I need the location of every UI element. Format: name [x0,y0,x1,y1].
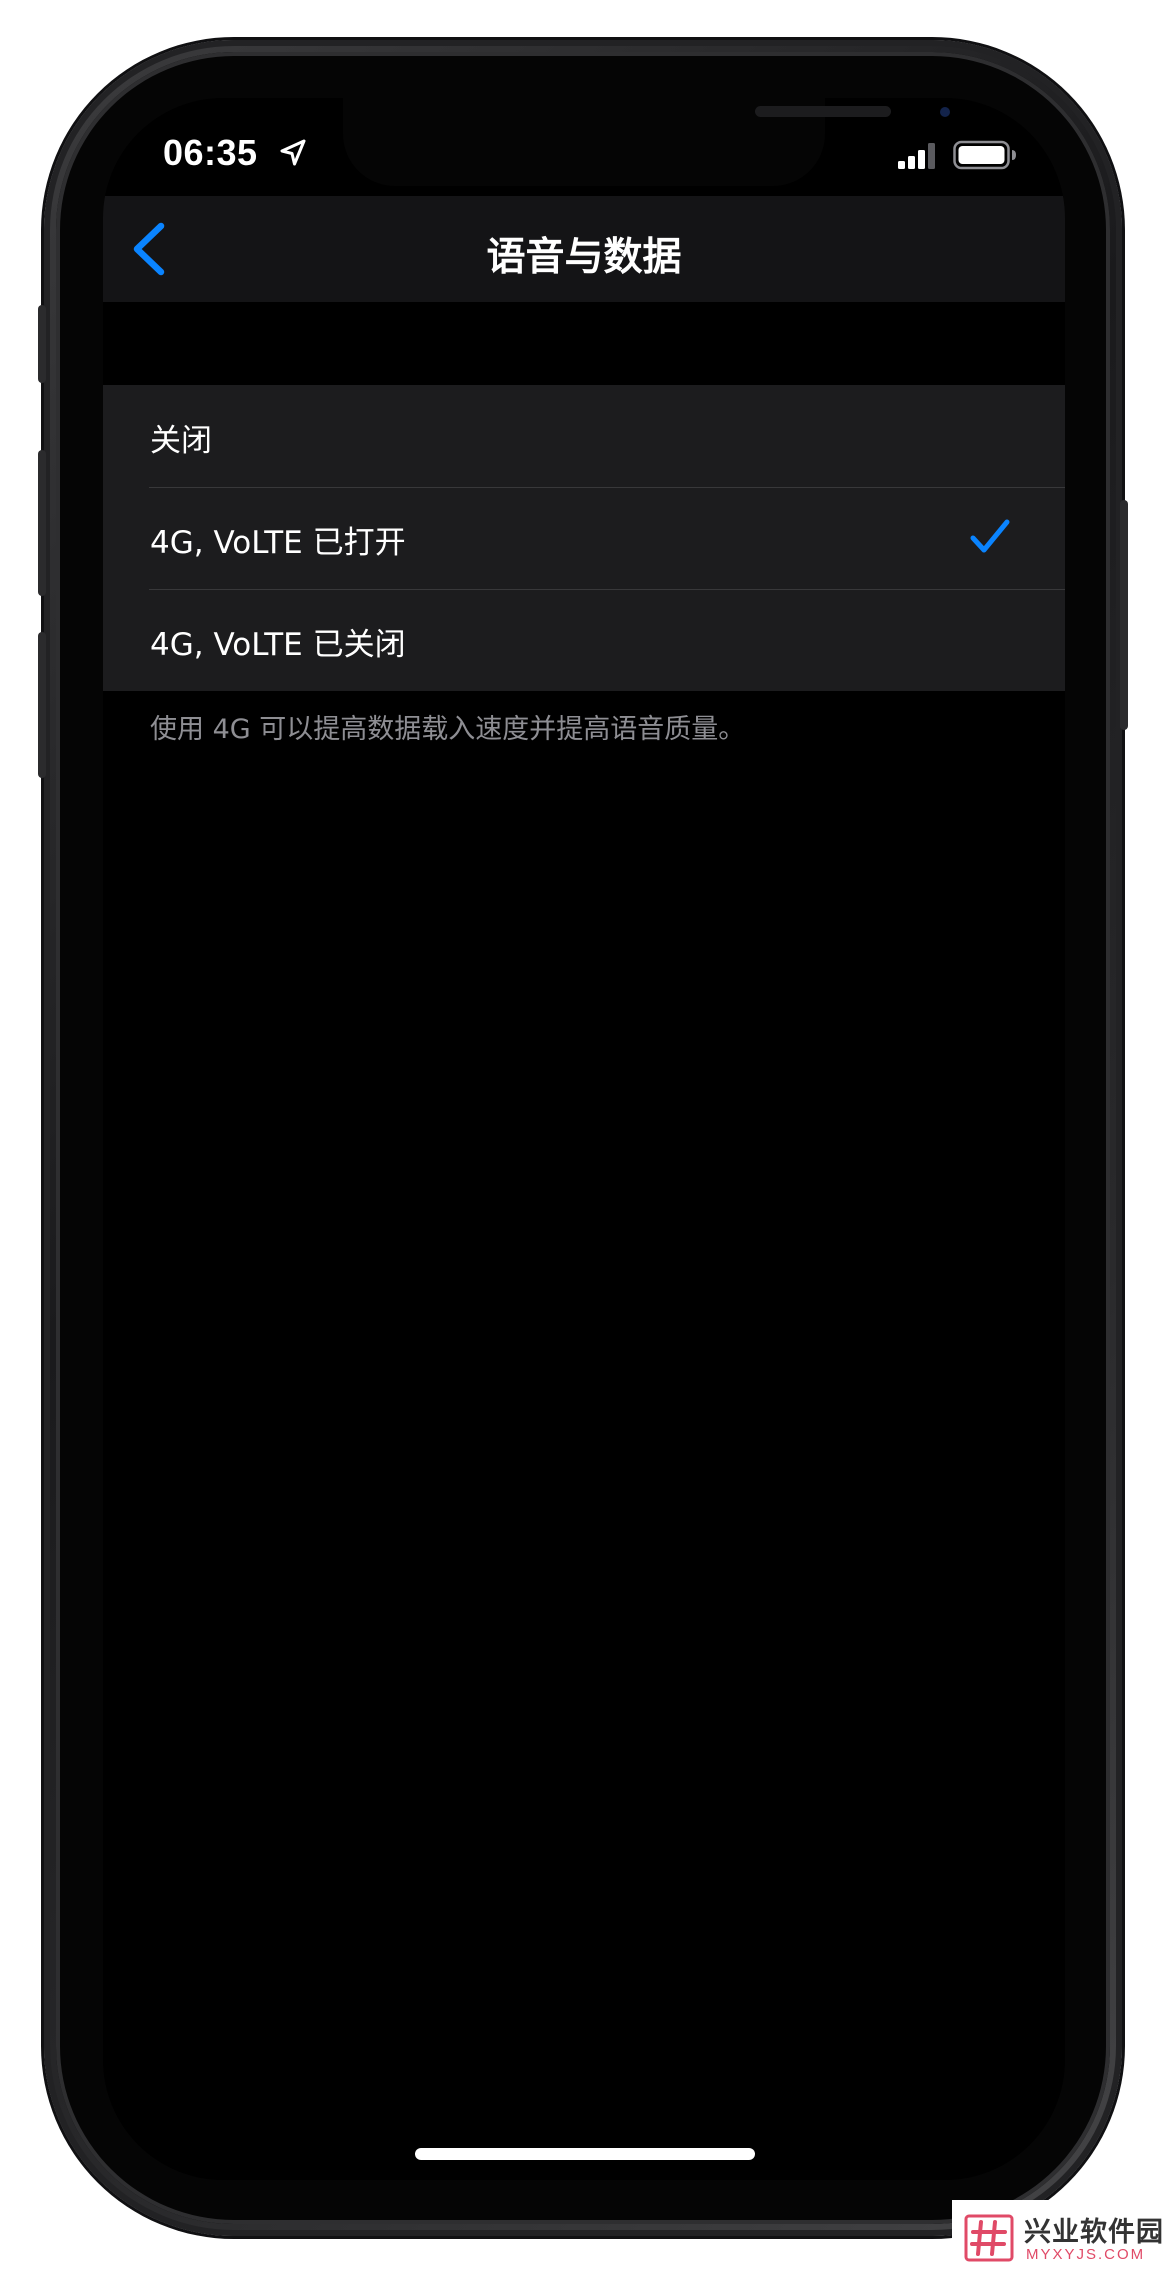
notch [343,98,950,186]
watermark-title: 兴业软件园 [1024,2217,1164,2248]
watermark-domain: MYXYJS.COM [1026,2246,1146,2263]
battery-icon [953,140,1016,170]
volume-down-button [38,632,46,778]
option-row-4g-volte-on[interactable]: 4G, VoLTE 已打开 [103,487,1065,589]
status-time: 06:35 [163,132,258,173]
page-title: 语音与数据 [486,235,682,280]
option-row-off[interactable]: 关闭 [103,385,1065,487]
mute-switch [38,305,46,383]
phone-screen: 06:35 语音与数据 关闭 4G, VoLTE 已打开 4G, VoLTE 已… [103,98,1065,2180]
navigation-bar: 语音与数据 [103,196,1065,302]
location-arrow-icon [280,139,306,166]
watermark: 兴业软件园 MYXYJS.COM [952,2200,1167,2277]
watermark-logo-icon [964,2214,1014,2262]
cellular-signal-icon [898,143,935,169]
checkmark-icon [970,519,1010,553]
option-label: 4G, VoLTE 已关闭 [150,627,406,663]
option-label: 4G, VoLTE 已打开 [150,525,406,561]
footer-note: 使用 4G 可以提高数据载入速度并提高语音质量。 [150,714,746,745]
option-row-4g-volte-off[interactable]: 4G, VoLTE 已关闭 [103,589,1065,691]
front-camera [940,107,950,117]
earpiece-speaker [755,106,891,117]
volume-up-button [38,450,46,596]
power-button [1120,500,1128,730]
home-indicator[interactable] [415,2148,755,2160]
option-label: 关闭 [150,423,212,459]
voice-data-options-list: 关闭 4G, VoLTE 已打开 4G, VoLTE 已关闭 [103,385,1065,691]
